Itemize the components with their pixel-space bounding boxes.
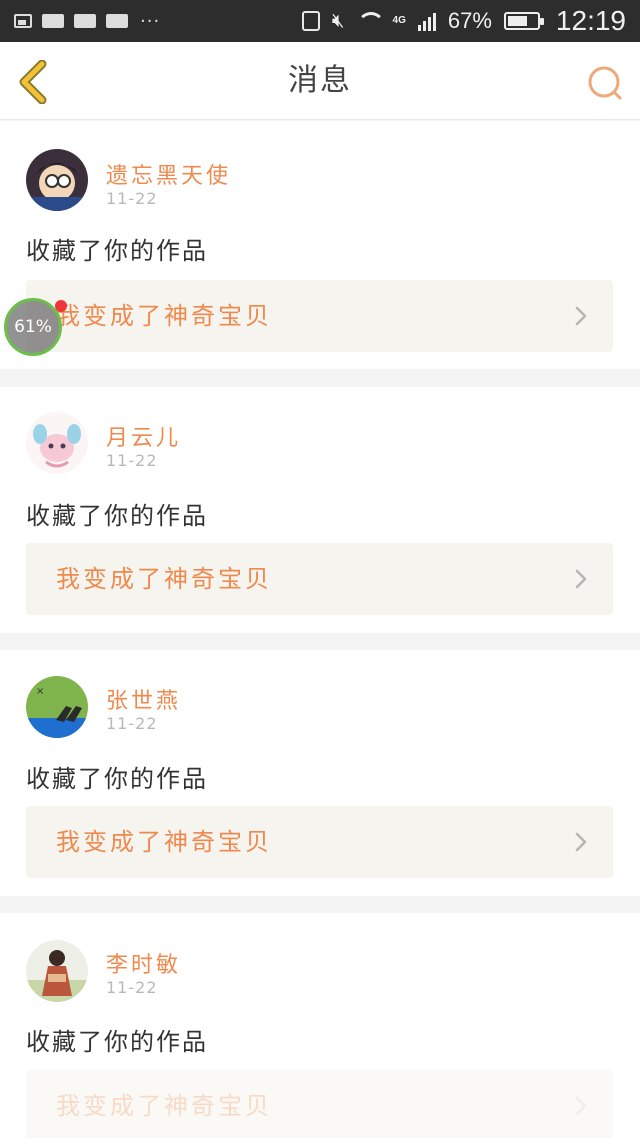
search-button[interactable] (586, 64, 624, 102)
message-date: 11-22 (106, 714, 158, 733)
message-card: 月云儿 11-22 收藏了你的作品 我变成了神奇宝贝 (0, 387, 640, 633)
sim-icon (301, 11, 320, 31)
clock: 12:19 (555, 5, 626, 36)
user-name[interactable]: 月云儿 (106, 420, 181, 452)
message-date: 11-22 (106, 451, 158, 470)
more-icon: ··· (140, 10, 161, 32)
battery-percent: 67% (447, 8, 492, 33)
page-title: 消息 (288, 63, 352, 98)
signal-icon (417, 11, 436, 31)
message-action: 收藏了你的作品 (26, 1028, 208, 1056)
chevron-right-icon (575, 832, 587, 852)
chevron-right-icon (575, 569, 587, 589)
system-icons: 🔇︎ 4G 67% 12:19 (301, 5, 626, 37)
message-date: 11-22 (106, 978, 158, 997)
chevron-right-icon (575, 1096, 587, 1116)
user-name[interactable]: 李时敏 (106, 947, 181, 979)
message-card: 遗忘黑天使 11-22 收藏了你的作品 我变成了神奇宝贝 (0, 121, 640, 369)
battery-icon (503, 12, 544, 30)
svg-text:×: × (36, 686, 44, 697)
avatar[interactable] (26, 412, 88, 474)
mute-icon: 🔇︎ (331, 9, 345, 32)
avatar[interactable] (26, 149, 88, 211)
mail-icon (106, 14, 128, 28)
message-card: 李时敏 11-22 收藏了你的作品 我变成了神奇宝贝 (0, 913, 640, 1138)
message-card: × 张世燕 11-22 收藏了你的作品 我变成了神奇宝贝 (0, 650, 640, 896)
message-action: 收藏了你的作品 (26, 502, 208, 530)
user-avatar-image (26, 412, 88, 474)
work-title: 我变成了神奇宝贝 (56, 565, 272, 593)
message-action: 收藏了你的作品 (26, 765, 208, 793)
floating-ball[interactable]: 61% (4, 298, 62, 356)
chevron-right-icon (575, 306, 587, 326)
wifi-icon (356, 12, 385, 30)
user-name[interactable]: 遗忘黑天使 (106, 158, 231, 190)
work-link[interactable]: 我变成了神奇宝贝 (26, 543, 613, 615)
user-avatar-image (26, 940, 88, 1002)
work-link[interactable]: 我变成了神奇宝贝 (26, 280, 613, 352)
battery-level (507, 16, 527, 26)
message-date: 11-22 (106, 189, 158, 208)
user-avatar-image (26, 149, 88, 211)
message-action: 收藏了你的作品 (26, 237, 208, 265)
avatar[interactable]: × (26, 676, 88, 738)
user-name[interactable]: 张世燕 (106, 683, 181, 715)
work-title: 我变成了神奇宝贝 (56, 302, 272, 330)
status-bar: ··· 🔇︎ 4G 67% 12:19 (0, 0, 640, 42)
search-icon (588, 66, 622, 100)
network-type: 4G (392, 15, 406, 26)
user-avatar-image: × (26, 676, 88, 738)
mail-icon (74, 14, 96, 28)
notification-dot (55, 300, 67, 312)
avatar[interactable] (26, 940, 88, 1002)
mail-icon (42, 14, 64, 28)
image-icon (14, 14, 32, 28)
work-link[interactable]: 我变成了神奇宝贝 (26, 1070, 613, 1138)
work-link[interactable]: 我变成了神奇宝贝 (26, 806, 613, 878)
notification-icons: ··· (14, 11, 302, 32)
nav-bar: 消息 (0, 42, 640, 120)
work-title: 我变成了神奇宝贝 (56, 1092, 272, 1120)
work-title: 我变成了神奇宝贝 (56, 828, 272, 856)
